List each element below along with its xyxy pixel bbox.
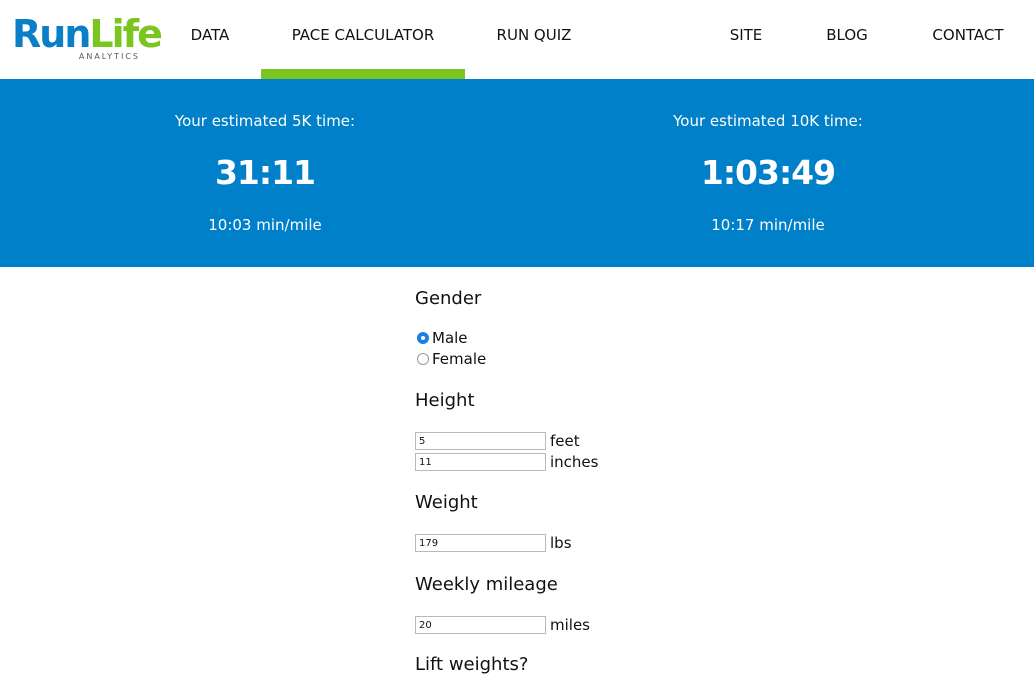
result-10k-label: Your estimated 10K time: [673, 112, 863, 130]
runlife-logo[interactable]: RunLife ANALYTICS [12, 12, 163, 64]
gender-male-label: Male [432, 329, 468, 347]
mileage-row: miles [415, 616, 590, 634]
mileage-input[interactable] [415, 616, 546, 634]
height-label: Height [415, 390, 475, 411]
logo-subtitle: ANALYTICS [78, 52, 140, 61]
nav-data[interactable]: DATA [178, 0, 242, 79]
result-10k-time: 1:03:49 [700, 153, 836, 192]
weight-label: Weight [415, 492, 478, 513]
nav-contact[interactable]: CONTACT [920, 0, 1016, 79]
height-inches-input[interactable] [415, 453, 546, 471]
nav-run-quiz[interactable]: RUN QUIZ [484, 0, 584, 79]
weight-row: lbs [415, 534, 572, 552]
result-5k-time: 31:11 [214, 153, 316, 192]
nav-blog[interactable]: BLOG [814, 0, 880, 79]
gender-female-label: Female [432, 350, 487, 368]
nav-site[interactable]: SITE [720, 0, 772, 79]
logo-life-text: Life [89, 12, 163, 56]
height-inches-row: inches [415, 453, 598, 471]
nav-pace-calculator[interactable]: PACE CALCULATOR [261, 0, 465, 79]
logo-wordmark: RunLife [12, 12, 163, 56]
mileage-unit: miles [550, 616, 590, 634]
weight-unit: lbs [550, 534, 572, 552]
gender-option-female[interactable]: Female [417, 350, 486, 368]
radio-male[interactable] [417, 332, 429, 344]
weight-input[interactable] [415, 534, 546, 552]
logo-run-text: Run [12, 12, 91, 56]
height-feet-row: feet [415, 432, 580, 450]
mileage-label: Weekly mileage [415, 574, 558, 595]
site-header: RunLife ANALYTICS DATA PACE CALCULATOR R… [0, 0, 1034, 79]
result-5k-pace: 10:03 min/mile [208, 216, 322, 234]
height-feet-input[interactable] [415, 432, 546, 450]
height-inches-unit: inches [550, 453, 599, 471]
result-5k-label: Your estimated 5K time: [174, 112, 356, 130]
height-feet-unit: feet [550, 432, 580, 450]
gender-option-male[interactable]: Male [417, 329, 468, 347]
radio-female[interactable] [417, 353, 429, 365]
gender-label: Gender [415, 288, 482, 309]
nav-active-indicator [261, 69, 465, 79]
lift-weights-label: Lift weights? [415, 654, 529, 675]
result-10k-pace: 10:17 min/mile [711, 216, 825, 234]
results-banner: Your estimated 5K time: 31:11 10:03 min/… [0, 79, 1034, 267]
